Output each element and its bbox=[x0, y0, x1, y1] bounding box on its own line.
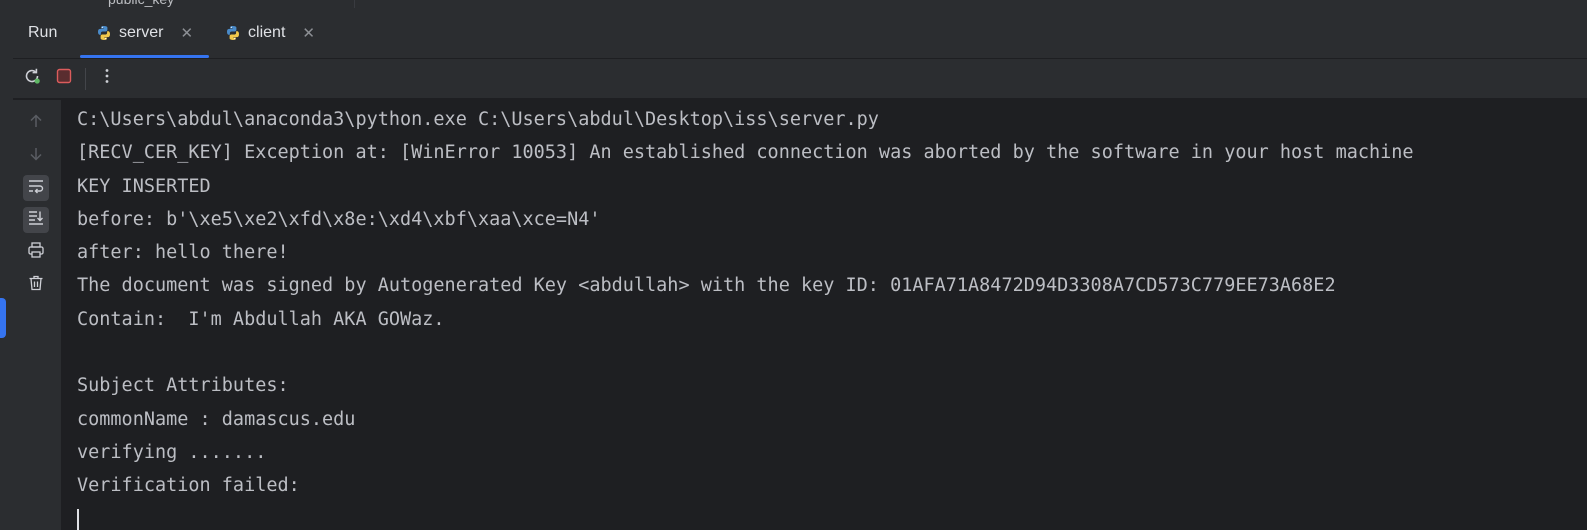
text-caret bbox=[77, 508, 79, 530]
active-tool-indicator bbox=[0, 298, 6, 338]
rerun-icon bbox=[23, 67, 41, 90]
previous-occurrence-button[interactable] bbox=[23, 110, 49, 136]
scroll-to-end-toggle[interactable] bbox=[23, 207, 49, 233]
scroll-to-end-icon bbox=[27, 209, 45, 232]
tab-client[interactable]: client ✕ bbox=[209, 8, 331, 58]
console-line: C:\Users\abdul\anaconda3\python.exe C:\U… bbox=[77, 109, 879, 130]
console-line: before: b'\xe5\xe2\xfd\x8e:\xd4\xbf\xaa\… bbox=[77, 208, 601, 230]
soft-wrap-toggle[interactable] bbox=[23, 175, 49, 201]
console-line: after: hello there! bbox=[77, 242, 289, 264]
trash-icon bbox=[27, 274, 45, 297]
console-line: KEY INSERTED bbox=[77, 175, 211, 197]
console-output[interactable]: C:\Users\abdul\anaconda3\python.exe C:\U… bbox=[61, 100, 1587, 530]
run-tab-bar: Run server ✕ client ✕ bbox=[13, 8, 1587, 59]
python-icon bbox=[225, 25, 241, 41]
console-input-line[interactable] bbox=[77, 507, 1587, 530]
more-options-icon bbox=[98, 67, 116, 90]
splitter[interactable] bbox=[354, 0, 355, 8]
print-icon bbox=[27, 241, 45, 264]
close-icon[interactable]: ✕ bbox=[302, 24, 315, 42]
console-line: Contain: I'm Abdullah AKA GOWaz. bbox=[77, 308, 445, 330]
stop-button[interactable] bbox=[51, 66, 77, 92]
stop-icon bbox=[55, 67, 73, 90]
rerun-button[interactable] bbox=[19, 66, 45, 92]
tab-server[interactable]: server ✕ bbox=[80, 8, 210, 58]
up-arrow-icon bbox=[28, 113, 44, 134]
clear-all-button[interactable] bbox=[23, 272, 49, 298]
console-side-toolbar bbox=[13, 100, 61, 530]
print-button[interactable] bbox=[23, 239, 49, 265]
more-options-button[interactable] bbox=[94, 66, 120, 92]
console-line: Verification failed: bbox=[77, 475, 300, 497]
console-line: The document was signed by Autogenerated… bbox=[77, 275, 1336, 297]
project-tree-fragment: public_key bbox=[0, 0, 1587, 8]
run-tool-window: public_key Run server ✕ bbox=[0, 0, 1587, 530]
down-arrow-icon bbox=[28, 146, 44, 167]
console-line: verifying ....... bbox=[77, 441, 267, 463]
toolbar-separator bbox=[85, 67, 86, 90]
tab-label: server bbox=[119, 24, 164, 41]
soft-wrap-icon bbox=[27, 177, 45, 200]
run-toolbar bbox=[13, 59, 1587, 99]
python-icon bbox=[96, 25, 112, 41]
next-occurrence-button[interactable] bbox=[23, 143, 49, 169]
console-line: Subject Attributes: bbox=[77, 375, 289, 397]
left-tool-strip bbox=[0, 8, 13, 530]
tab-label: client bbox=[248, 24, 286, 41]
console-line: commonName : damascus.edu bbox=[77, 408, 356, 430]
tree-item-public-key[interactable]: public_key bbox=[108, 0, 174, 7]
close-icon[interactable]: ✕ bbox=[180, 24, 193, 42]
run-panel-title: Run bbox=[28, 24, 58, 41]
console-line: [RECV_CER_KEY] Exception at: [WinError 1… bbox=[77, 142, 1414, 164]
